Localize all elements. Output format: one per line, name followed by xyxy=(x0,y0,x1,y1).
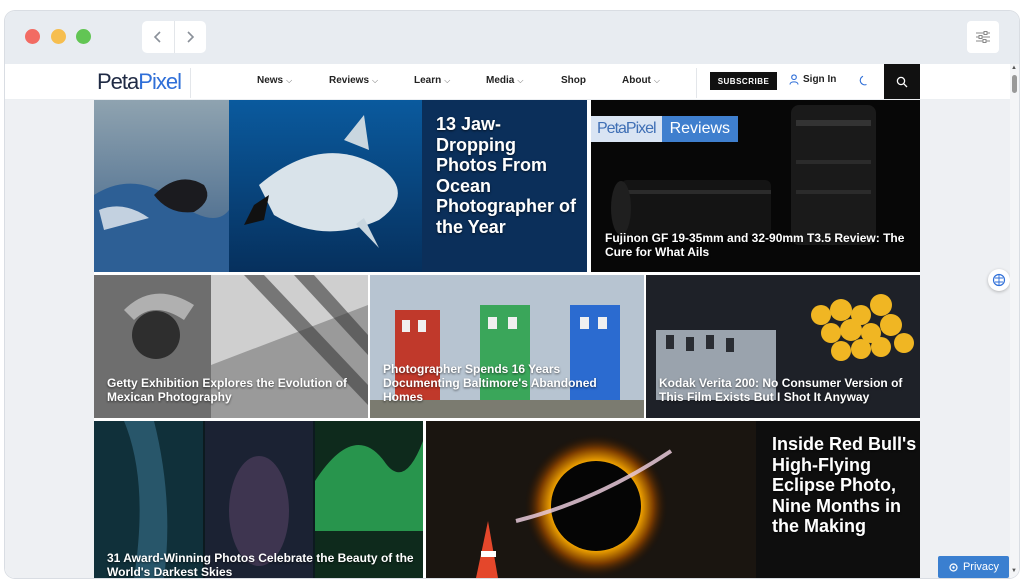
chevron-left-icon xyxy=(153,31,161,43)
article-title: Photographer Spends 16 Years Documenting… xyxy=(383,362,597,404)
accessibility-widget-button[interactable] xyxy=(988,269,1010,291)
badge-brand: PetaPixel xyxy=(591,115,662,142)
dark-mode-toggle[interactable] xyxy=(858,74,870,92)
minimize-window-button[interactable] xyxy=(51,29,66,44)
nav-label: Reviews xyxy=(329,75,370,86)
scroll-down-icon[interactable]: ▼ xyxy=(1011,568,1017,574)
nav-shop[interactable]: Shop xyxy=(561,75,586,86)
article-card-red-bull[interactable]: Inside Red Bull's High-Flying Eclipse Ph… xyxy=(426,421,920,578)
nav-about[interactable]: About ⌵ xyxy=(622,75,660,86)
forward-button[interactable] xyxy=(173,21,207,53)
nav-label: Learn xyxy=(414,75,442,86)
petapixel-logo[interactable]: PetaPixel xyxy=(97,69,182,95)
divider xyxy=(190,68,191,98)
badge-section: Reviews xyxy=(661,115,739,142)
browser-titlebar xyxy=(5,11,1019,64)
scrollbar-thumb[interactable] xyxy=(1012,75,1017,93)
nav-label: About xyxy=(622,75,651,86)
moon-icon xyxy=(859,75,867,86)
maximize-window-button[interactable] xyxy=(76,29,91,44)
nav-media[interactable]: Media ⌵ xyxy=(486,75,523,86)
article-card-baltimore[interactable]: Photographer Spends 16 Years Documenting… xyxy=(370,275,644,418)
sign-in-link[interactable]: Sign In xyxy=(789,74,836,85)
privacy-label: Privacy xyxy=(962,561,1000,573)
nav-reviews[interactable]: Reviews ⌵ xyxy=(329,75,378,86)
article-card-dark-skies[interactable]: 31 Award-Winning Photos Celebrate the Be… xyxy=(94,421,423,578)
privacy-button[interactable]: Privacy xyxy=(938,556,1009,578)
article-title: 31 Award-Winning Photos Celebrate the Be… xyxy=(107,551,414,578)
search-button[interactable] xyxy=(884,64,920,99)
article-card-ocean[interactable]: 13 Jaw-Dropping Photos From Ocean Photog… xyxy=(94,100,587,272)
browser-window: PetaPixel News ⌵ Reviews ⌵ Learn ⌵ Media ⌵ S… xyxy=(5,11,1019,578)
page-gutter-left xyxy=(5,100,94,578)
sliders-icon xyxy=(976,31,990,43)
sign-in-label: Sign In xyxy=(803,74,837,85)
article-card-fujinon[interactable]: PetaPixel Reviews Fujinon GF 19-35mm and… xyxy=(591,100,920,272)
article-title: 13 Jaw-Dropping Photos From Ocean Photog… xyxy=(436,114,576,237)
article-title: Inside Red Bull's High-Flying Eclipse Ph… xyxy=(772,434,917,536)
page-viewport: PetaPixel News ⌵ Reviews ⌵ Learn ⌵ Media ⌵ S… xyxy=(5,64,1019,578)
page-gutter-right xyxy=(920,100,1010,578)
site-header: PetaPixel News ⌵ Reviews ⌵ Learn ⌵ Media ⌵ S… xyxy=(5,64,1019,100)
divider xyxy=(696,68,697,98)
nav-learn[interactable]: Learn ⌵ xyxy=(414,75,450,86)
article-card-kodak[interactable]: Kodak Verita 200: No Consumer Version of… xyxy=(646,275,920,418)
scroll-up-icon[interactable]: ▲ xyxy=(1011,65,1017,71)
logo-part1: Peta xyxy=(97,69,139,94)
nav-label: Media xyxy=(486,75,515,86)
brain-icon xyxy=(992,273,1006,287)
search-icon xyxy=(896,76,908,87)
article-title: Kodak Verita 200: No Consumer Version of… xyxy=(659,376,903,404)
chevron-down-icon: ⌵ xyxy=(286,75,293,85)
subscribe-button[interactable]: SUBSCRIBE xyxy=(710,72,777,90)
gear-icon xyxy=(949,562,958,572)
close-window-button[interactable] xyxy=(25,29,40,44)
chevron-down-icon: ⌵ xyxy=(653,75,660,85)
article-title: Getty Exhibition Explores the Evolution … xyxy=(107,376,348,404)
chevron-down-icon: ⌵ xyxy=(372,75,379,85)
user-icon xyxy=(789,74,799,85)
chevron-right-icon xyxy=(187,31,195,43)
article-card-getty[interactable]: Getty Exhibition Explores the Evolution … xyxy=(94,275,368,418)
back-button[interactable] xyxy=(142,21,174,53)
chevron-down-icon: ⌵ xyxy=(517,75,524,85)
chevron-down-icon: ⌵ xyxy=(444,75,451,85)
history-nav xyxy=(142,21,206,53)
reviews-badge: PetaPixel Reviews xyxy=(591,114,739,143)
nav-label: Shop xyxy=(561,75,586,86)
nav-news[interactable]: News ⌵ xyxy=(257,75,292,86)
logo-part2: Pixel xyxy=(138,69,182,94)
page-scrollbar[interactable]: ▲ ▼ xyxy=(1010,64,1019,578)
browser-settings-button[interactable] xyxy=(967,21,999,53)
nav-label: News xyxy=(257,75,284,86)
article-title: Fujinon GF 19-35mm and 32-90mm T3.5 Revi… xyxy=(605,231,905,259)
